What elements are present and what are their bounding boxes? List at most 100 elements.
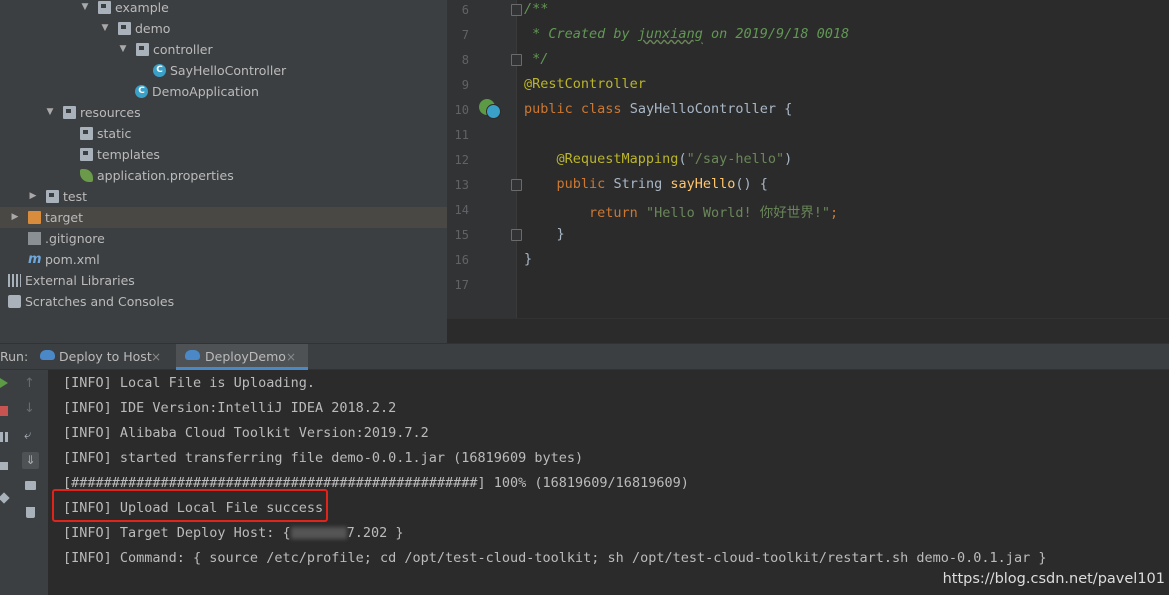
code-class-name: SayHelloController { bbox=[629, 101, 793, 117]
tree-item-controller[interactable]: ▼ controller bbox=[0, 39, 447, 60]
arrow-up-icon[interactable]: ↑ bbox=[24, 377, 36, 390]
folder-icon bbox=[80, 148, 93, 161]
tree-item-label: application.properties bbox=[97, 168, 234, 183]
code-paren: ( bbox=[678, 151, 687, 167]
chevron-right-icon[interactable]: ▶ bbox=[9, 207, 21, 228]
code-line: @RestController bbox=[524, 76, 646, 92]
code-editor[interactable]: 6 7 8 9 10 11 12 13 14 15 16 17 /** * Cr… bbox=[447, 0, 1169, 318]
tab-deploy-demo[interactable]: DeployDemo × bbox=[176, 344, 308, 370]
tree-item-demoapplication[interactable]: C DemoApplication bbox=[0, 81, 447, 102]
code-annotation: @RequestMapping bbox=[556, 151, 679, 167]
chevron-down-icon[interactable]: ▼ bbox=[117, 39, 129, 60]
code-line: } bbox=[524, 226, 565, 242]
line-number: 7 bbox=[461, 28, 469, 42]
code-line: /** bbox=[524, 1, 548, 17]
cloud-deploy-icon bbox=[40, 350, 55, 360]
code-keyword: public bbox=[524, 101, 573, 117]
line-number: 8 bbox=[461, 53, 469, 67]
tree-item-target[interactable]: ▶ target bbox=[0, 207, 447, 228]
tree-item-external-libraries[interactable]: External Libraries bbox=[0, 270, 447, 291]
tree-item-label: templates bbox=[97, 147, 160, 162]
console-line: [INFO] started transferring file demo-0.… bbox=[63, 450, 584, 466]
folder-icon bbox=[98, 1, 111, 14]
folder-icon bbox=[80, 127, 93, 140]
tree-item-application-properties[interactable]: application.properties bbox=[0, 165, 447, 186]
tab-deploy-to-host[interactable]: Deploy to Host × bbox=[36, 344, 174, 370]
tree-item-scratches-and-consoles[interactable]: Scratches and Consoles bbox=[0, 291, 447, 312]
gutter-divider bbox=[516, 0, 517, 318]
line-number: 11 bbox=[454, 128, 469, 142]
close-icon[interactable]: × bbox=[151, 344, 161, 370]
chevron-down-icon[interactable]: ▼ bbox=[79, 0, 91, 18]
watermark: https://blog.csdn.net/pavel101 bbox=[942, 571, 1165, 587]
chevron-right-icon[interactable]: ▶ bbox=[27, 186, 39, 207]
chevron-down-icon[interactable]: ▼ bbox=[44, 102, 56, 123]
pin-icon[interactable] bbox=[0, 492, 10, 504]
code-semicolon: ; bbox=[830, 205, 839, 221]
maven-icon: m bbox=[28, 252, 42, 267]
tree-item-gitignore[interactable]: .gitignore bbox=[0, 228, 447, 249]
stop-icon[interactable] bbox=[0, 406, 8, 416]
tree-item-resources[interactable]: ▼ resources bbox=[0, 102, 447, 123]
code-keyword: public bbox=[556, 176, 606, 192]
fold-icon[interactable] bbox=[511, 54, 522, 66]
tree-item-demo[interactable]: ▼ demo bbox=[0, 18, 447, 39]
arrow-down-icon[interactable]: ↓ bbox=[24, 402, 36, 415]
fold-icon[interactable] bbox=[511, 179, 522, 191]
tree-item-label: resources bbox=[80, 105, 141, 120]
fold-icon[interactable] bbox=[511, 229, 522, 241]
close-icon[interactable]: × bbox=[286, 344, 296, 370]
tree-item-pom-xml[interactable]: m pom.xml bbox=[0, 249, 447, 270]
code-line: */ bbox=[524, 51, 548, 67]
code-comment-author: junxiang bbox=[637, 26, 703, 42]
tree-item-example[interactable]: ▼ example bbox=[0, 0, 447, 18]
code-comment: */ bbox=[524, 51, 549, 67]
tab-label: Deploy to Host bbox=[59, 349, 152, 364]
tree-item-label: target bbox=[45, 210, 84, 225]
line-number: 6 bbox=[461, 3, 469, 17]
layout-icon[interactable] bbox=[0, 462, 8, 470]
target-host-prefix: [INFO] Target Deploy Host: { bbox=[63, 525, 291, 541]
code-brace: } bbox=[556, 226, 565, 242]
line-number: 10 bbox=[454, 103, 469, 117]
line-number: 14 bbox=[454, 203, 469, 217]
code-line: } bbox=[524, 251, 532, 267]
tree-item-label: SayHelloController bbox=[170, 63, 287, 78]
line-number: 16 bbox=[454, 253, 469, 267]
chevron-down-icon[interactable]: ▼ bbox=[99, 18, 111, 39]
line-number: 9 bbox=[461, 78, 469, 92]
tree-item-templates[interactable]: templates bbox=[0, 144, 447, 165]
console-line-target-host: [INFO] Target Deploy Host: {7.202 } bbox=[63, 525, 403, 541]
console-line: [INFO] Local File is Uploading. bbox=[63, 375, 315, 391]
tree-item-label: Scratches and Consoles bbox=[25, 294, 175, 309]
print-icon[interactable] bbox=[25, 481, 36, 490]
pause-icon[interactable] bbox=[0, 432, 8, 442]
project-tree: ▼ example ▼ demo ▼ controller C SayHelloControl… bbox=[0, 0, 447, 343]
scratches-icon bbox=[8, 295, 21, 308]
scroll-to-end-icon[interactable]: ⇓ bbox=[22, 452, 39, 469]
folder-icon bbox=[118, 22, 131, 35]
code-line: return "Hello World! 你好世界!"; bbox=[524, 201, 838, 221]
code-paren: ) bbox=[784, 151, 793, 167]
console-line: [INFO] Command: { source /etc/profile; c… bbox=[63, 550, 1047, 566]
line-number: 17 bbox=[454, 278, 469, 292]
code-type: String bbox=[613, 176, 663, 192]
code-annotation: @RestController bbox=[524, 76, 646, 92]
fold-icon[interactable] bbox=[511, 4, 522, 16]
trash-icon[interactable] bbox=[26, 507, 35, 518]
soft-wrap-icon[interactable]: ⤶ bbox=[24, 429, 36, 442]
highlight-box bbox=[52, 489, 328, 522]
tree-item-test[interactable]: ▶ test bbox=[0, 186, 447, 207]
code-line: public String sayHello() { bbox=[524, 176, 768, 192]
line-number: 12 bbox=[454, 153, 469, 167]
class-gutter-icon bbox=[486, 104, 501, 119]
tree-item-label: example bbox=[115, 0, 169, 15]
console-output[interactable]: [INFO] Local File is Uploading. [INFO] I… bbox=[48, 370, 1169, 595]
tree-item-static[interactable]: static bbox=[0, 123, 447, 144]
resources-folder-icon bbox=[63, 106, 76, 119]
tree-item-sayhellocontroller[interactable]: C SayHelloController bbox=[0, 60, 447, 81]
tree-item-label: .gitignore bbox=[45, 231, 105, 246]
run-label: Run: bbox=[0, 349, 29, 364]
console-toolbar: ↑ ↓ ⤶ ⇓ bbox=[14, 370, 49, 595]
tree-item-label: demo bbox=[135, 21, 171, 36]
